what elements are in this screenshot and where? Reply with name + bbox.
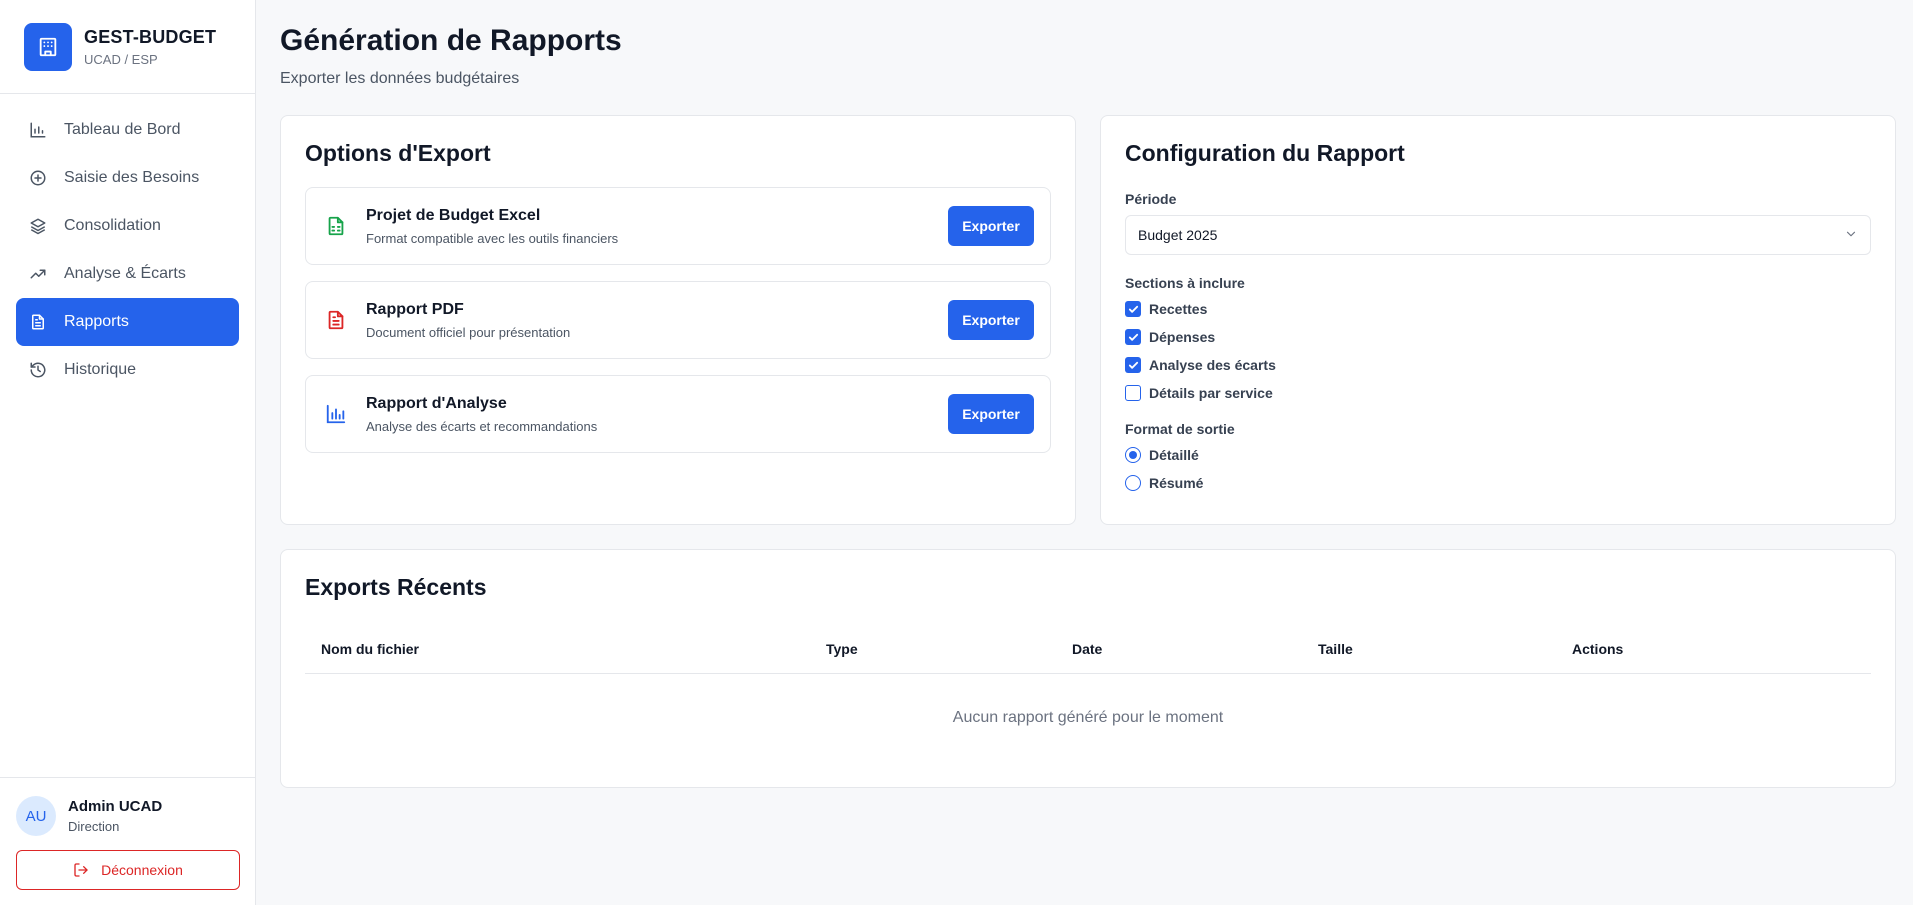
logout-icon — [73, 862, 89, 878]
export-option-excel: Projet de Budget Excel Format compatible… — [305, 187, 1051, 265]
sidebar-item-rapports[interactable]: Rapports — [16, 298, 239, 346]
app-subtitle: UCAD / ESP — [84, 51, 158, 67]
period-select[interactable]: Budget 2025 — [1125, 215, 1871, 255]
export-pdf-button[interactable]: Exporter — [948, 300, 1034, 340]
main-content: Génération de Rapports Exporter les donn… — [256, 0, 1913, 905]
pdf-file-icon — [322, 309, 350, 331]
format-radio-resume[interactable]: Résumé — [1125, 469, 1871, 497]
recent-exports-card: Exports Récents Nom du fichier Type Date… — [280, 549, 1896, 788]
report-config-title: Configuration du Rapport — [1125, 140, 1405, 166]
period-label: Période — [1125, 191, 1177, 207]
radio-unselected[interactable] — [1125, 475, 1141, 491]
logout-button[interactable]: Déconnexion — [16, 850, 240, 890]
section-checkbox-analyse-ecarts[interactable]: Analyse des écarts — [1125, 351, 1871, 379]
column-header-size: Taille — [1302, 625, 1556, 674]
radio-label: Détaillé — [1149, 447, 1199, 463]
export-option-description: Document officiel pour présentation — [366, 324, 571, 340]
export-options-title: Options d'Export — [305, 140, 491, 166]
user-panel: AU Admin UCAD Direction Déconnexion — [0, 777, 256, 905]
checkbox-label: Analyse des écarts — [1149, 357, 1276, 373]
radio-selected[interactable] — [1125, 447, 1141, 463]
logout-label: Déconnexion — [101, 862, 183, 878]
user-info: AU Admin UCAD Direction — [16, 796, 240, 836]
period-value: Budget 2025 — [1138, 227, 1218, 243]
sections-label: Sections à inclure — [1125, 275, 1245, 291]
recent-exports-table: Nom du fichier Type Date Taille Actions … — [305, 625, 1871, 763]
page-title: Génération de Rapports — [280, 24, 622, 57]
column-header-type: Type — [810, 625, 1056, 674]
sidebar-item-saisie-des-besoins[interactable]: Saisie des Besoins — [16, 154, 239, 202]
section-checkbox-details-service[interactable]: Détails par service — [1125, 379, 1871, 407]
sidebar: GEST-BUDGET UCAD / ESP Tableau de Bord S… — [0, 0, 256, 905]
plus-circle-icon — [28, 168, 48, 188]
column-header-filename: Nom du fichier — [305, 625, 810, 674]
column-header-actions: Actions — [1556, 625, 1871, 674]
sidebar-item-label: Rapports — [64, 313, 129, 330]
checkbox-label: Détails par service — [1149, 385, 1273, 401]
section-checkbox-recettes[interactable]: Recettes — [1125, 295, 1871, 323]
sidebar-item-label: Historique — [64, 361, 137, 378]
user-role: Direction — [68, 819, 120, 834]
app-name: GEST-BUDGET — [84, 26, 217, 47]
report-config-card: Configuration du Rapport Période Budget … — [1100, 115, 1896, 525]
page-subtitle: Exporter les données budgétaires — [280, 70, 520, 87]
export-analysis-button[interactable]: Exporter — [948, 394, 1034, 434]
spreadsheet-icon — [322, 215, 350, 237]
recent-exports-title: Exports Récents — [305, 574, 487, 600]
format-radio-detaille[interactable]: Détaillé — [1125, 441, 1871, 469]
checkbox-checked[interactable] — [1125, 329, 1141, 345]
user-name: Admin UCAD — [68, 798, 163, 815]
bar-chart-icon — [322, 403, 350, 425]
format-label: Format de sortie — [1125, 421, 1235, 437]
column-header-date: Date — [1056, 625, 1302, 674]
export-excel-button[interactable]: Exporter — [948, 206, 1034, 246]
checkbox-checked[interactable] — [1125, 301, 1141, 317]
bar-chart-icon — [28, 120, 48, 140]
export-option-title: Projet de Budget Excel — [366, 206, 541, 224]
brand: GEST-BUDGET UCAD / ESP — [0, 0, 255, 94]
history-icon — [28, 360, 48, 380]
sidebar-item-label: Tableau de Bord — [64, 121, 181, 138]
sidebar-item-consolidation[interactable]: Consolidation — [16, 202, 239, 250]
checkbox-label: Dépenses — [1149, 329, 1216, 345]
radio-label: Résumé — [1149, 475, 1204, 491]
sidebar-item-historique[interactable]: Historique — [16, 346, 239, 394]
file-text-icon — [28, 312, 48, 332]
table-header-row: Nom du fichier Type Date Taille Actions — [305, 625, 1871, 674]
trending-up-icon — [28, 264, 48, 284]
export-option-analysis: Rapport d'Analyse Analyse des écarts et … — [305, 375, 1051, 453]
sidebar-nav: Tableau de Bord Saisie des Besoins Conso… — [0, 94, 255, 406]
export-option-title: Rapport d'Analyse — [366, 394, 507, 412]
section-checkbox-depenses[interactable]: Dépenses — [1125, 323, 1871, 351]
export-option-title: Rapport PDF — [366, 300, 464, 318]
building-icon — [24, 22, 72, 71]
sidebar-item-label: Saisie des Besoins — [64, 169, 200, 186]
export-options-card: Options d'Export Projet de Budget Excel … — [280, 115, 1076, 525]
sidebar-item-label: Analyse & Écarts — [64, 265, 186, 282]
sidebar-item-label: Consolidation — [64, 217, 161, 234]
export-option-pdf: Rapport PDF Document officiel pour prése… — [305, 281, 1051, 359]
avatar: AU — [16, 796, 56, 836]
table-row: Aucun rapport généré pour le moment — [305, 673, 1871, 763]
checkbox-unchecked[interactable] — [1125, 385, 1141, 401]
sidebar-item-analyse-ecarts[interactable]: Analyse & Écarts — [16, 250, 239, 298]
sidebar-item-tableau-de-bord[interactable]: Tableau de Bord — [16, 106, 239, 154]
chevron-down-icon — [1844, 227, 1858, 244]
export-option-description: Format compatible avec les outils financ… — [366, 230, 619, 246]
empty-state-message: Aucun rapport généré pour le moment — [952, 709, 1224, 727]
layers-icon — [28, 216, 48, 236]
export-option-description: Analyse des écarts et recommandations — [366, 418, 598, 434]
checkbox-checked[interactable] — [1125, 357, 1141, 373]
checkbox-label: Recettes — [1149, 301, 1208, 317]
